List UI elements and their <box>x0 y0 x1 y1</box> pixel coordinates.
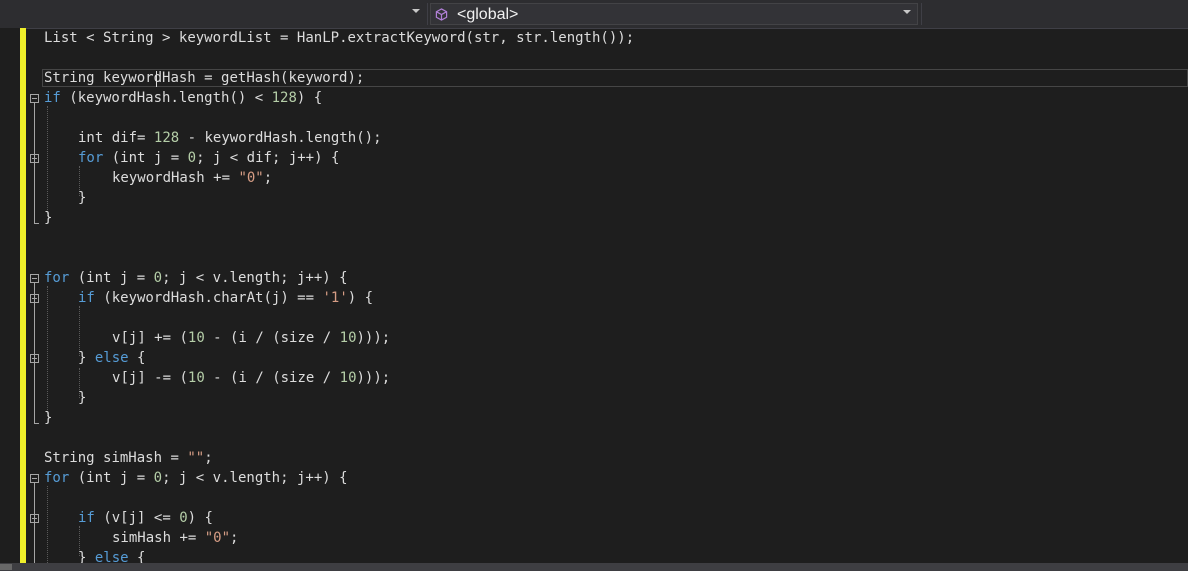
code-text-area[interactable]: List < String > keywordList = HanLP.extr… <box>44 28 1188 563</box>
fold-guide <box>34 283 35 423</box>
scope-dropdown[interactable]: <global> <box>430 3 918 25</box>
code-line[interactable]: List < String > keywordList = HanLP.extr… <box>44 28 634 48</box>
project-dropdown[interactable] <box>0 3 426 25</box>
collapse-icon[interactable] <box>30 514 39 523</box>
code-line[interactable]: v[j] += (10 - (i / (size / 10))); <box>112 328 390 348</box>
code-line[interactable]: for (int j = 0; j < v.length; j++) { <box>44 268 348 288</box>
code-line[interactable]: if (keywordHash.length() < 128) { <box>44 88 322 108</box>
collapse-icon[interactable] <box>30 294 39 303</box>
code-line[interactable]: int dif= 128 - keywordHash.length(); <box>78 128 382 148</box>
code-line[interactable]: keywordHash += "0"; <box>112 168 272 188</box>
code-line[interactable]: } <box>78 388 86 408</box>
code-line[interactable]: } <box>78 188 86 208</box>
collapse-icon[interactable] <box>30 474 39 483</box>
code-line[interactable]: String simHash = ""; <box>44 448 213 468</box>
divider <box>921 3 922 25</box>
code-line[interactable]: } <box>44 208 52 228</box>
chevron-down-icon[interactable] <box>903 10 911 14</box>
chevron-down-icon[interactable] <box>412 9 420 13</box>
glyph-margin <box>0 28 20 563</box>
fold-end <box>34 423 39 424</box>
navigation-bar: <global> <box>0 0 1188 29</box>
scrollbar-thumb[interactable] <box>0 564 12 570</box>
fold-end <box>34 223 39 224</box>
code-line[interactable]: v[j] -= (10 - (i / (size / 10))); <box>112 368 390 388</box>
code-line[interactable]: for (int j = 0; j < v.length; j++) { <box>44 468 348 488</box>
fold-guide <box>34 103 35 223</box>
collapse-icon[interactable] <box>30 354 39 363</box>
outlining-margin <box>26 28 42 563</box>
code-line[interactable]: } else { <box>78 348 145 368</box>
divider <box>427 3 428 25</box>
collapse-icon[interactable] <box>30 94 39 103</box>
collapse-icon[interactable] <box>30 274 39 283</box>
code-line[interactable]: simHash += "0"; <box>112 528 238 548</box>
code-line[interactable]: } else { <box>78 548 145 563</box>
code-line[interactable]: for (int j = 0; j < dif; j++) { <box>78 148 339 168</box>
scope-label: <global> <box>457 6 519 23</box>
fold-guide <box>34 483 35 563</box>
code-line[interactable]: if (v[j] <= 0) { <box>78 508 213 528</box>
code-editor[interactable]: List < String > keywordList = HanLP.extr… <box>0 28 1188 563</box>
code-line[interactable]: } <box>44 408 52 428</box>
cube-icon <box>435 8 448 21</box>
code-line[interactable]: if (keywordHash.charAt(j) == '1') { <box>78 288 373 308</box>
code-line[interactable]: String keywordHash = getHash(keyword); <box>44 68 364 88</box>
collapse-icon[interactable] <box>30 154 39 163</box>
horizontal-scrollbar[interactable] <box>0 563 1188 571</box>
